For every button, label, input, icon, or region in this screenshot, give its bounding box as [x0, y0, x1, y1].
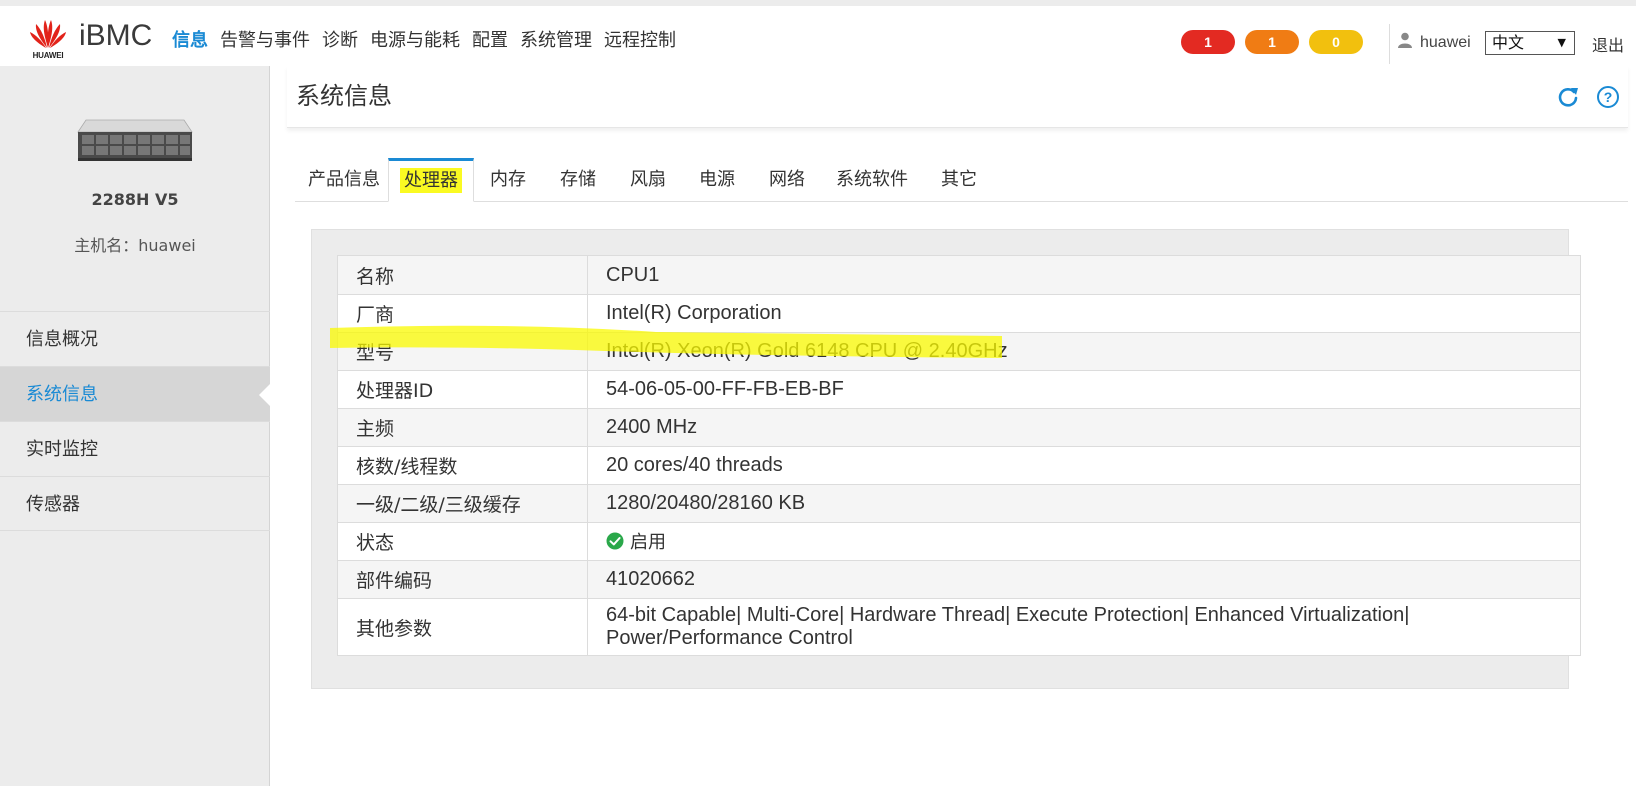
refresh-icon[interactable] [1555, 84, 1581, 110]
top-bar: HUAWEI iBMC 信息 告警与事件 诊断 电源与能耗 配置 系统管理 远程… [0, 0, 1636, 66]
tab-fans[interactable]: 风扇 [621, 158, 675, 202]
main-content: 系统信息 ? 产品信息 处理器 内存 存储 风扇 电源 网络 系统软件 其它 名… [271, 66, 1636, 786]
table-row: 状态 启用 [337, 522, 1581, 561]
nav-config[interactable]: 配置 [472, 26, 508, 52]
table-row: 核数/线程数 20 cores/40 threads [337, 446, 1581, 485]
row-value: Intel(R) Xeon(R) Gold 6148 CPU @ 2.40GHz [587, 332, 1581, 371]
svg-text:?: ? [1604, 89, 1613, 105]
row-label: 核数/线程数 [337, 446, 588, 485]
row-label: 状态 [337, 522, 588, 561]
tab-network[interactable]: 网络 [760, 158, 814, 202]
row-value: 启用 [587, 522, 1581, 561]
row-value: CPU1 [587, 255, 1581, 295]
tab-system-software[interactable]: 系统软件 [828, 158, 916, 202]
row-label: 一级/二级/三级缓存 [337, 484, 588, 523]
table-row: 名称 CPU1 [337, 255, 1581, 295]
status-text: 启用 [630, 531, 666, 553]
nav-remote-control[interactable]: 远程控制 [604, 26, 676, 52]
table-row: 处理器ID 54-06-05-00-FF-FB-EB-BF [337, 370, 1581, 409]
nav-power-energy[interactable]: 电源与能耗 [370, 26, 460, 52]
row-value: 1280/20480/28160 KB [587, 484, 1581, 523]
hostname: 主机名：huawei [74, 236, 196, 255]
row-label: 厂商 [337, 294, 588, 333]
other-params-line-1: 64-bit Capable| Multi-Core| Hardware Thr… [606, 604, 1410, 626]
table-row: 其他参数 64-bit Capable| Multi-Core| Hardwar… [337, 598, 1581, 656]
table-row: 主频 2400 MHz [337, 408, 1581, 447]
row-label: 其他参数 [337, 598, 588, 656]
processor-table: 名称 CPU1 厂商 Intel(R) Corporation 型号 Intel… [337, 255, 1581, 656]
divider [1389, 24, 1390, 64]
product-name: iBMC [79, 19, 153, 52]
sidebar: 2288H V5 主机名：huawei 信息概况 系统信息 实时监控 传感器 [0, 66, 271, 786]
user-menu[interactable]: huawei [1398, 32, 1471, 53]
username: huawei [1420, 33, 1471, 51]
language-select[interactable]: 中文 ▼ [1485, 31, 1575, 55]
major-alarm-badge[interactable]: 1 [1245, 30, 1299, 54]
row-value: 54-06-05-00-FF-FB-EB-BF [587, 370, 1581, 409]
server-model: 2288H V5 [91, 190, 179, 209]
processor-panel: 名称 CPU1 厂商 Intel(R) Corporation 型号 Intel… [311, 229, 1581, 689]
minor-alarm-badge[interactable]: 0 [1309, 30, 1363, 54]
row-label: 部件编码 [337, 560, 588, 599]
sidebar-item-overview[interactable]: 信息概况 [0, 311, 270, 366]
table-row: 部件编码 41020662 [337, 560, 1581, 599]
other-params-line-2: Power/Performance Control [606, 627, 853, 649]
row-label: 名称 [337, 255, 588, 295]
row-value: 20 cores/40 threads [587, 446, 1581, 485]
tab-storage[interactable]: 存储 [551, 158, 605, 202]
logout-link[interactable]: 退出 [1592, 32, 1624, 56]
status-enabled: 启用 [606, 528, 666, 554]
row-value: Intel(R) Corporation [587, 294, 1581, 333]
language-value: 中文 [1492, 33, 1525, 52]
main-nav: 信息 告警与事件 诊断 电源与能耗 配置 系统管理 远程控制 [172, 26, 688, 52]
nav-alarms-events[interactable]: 告警与事件 [220, 26, 310, 52]
table-row: 型号 Intel(R) Xeon(R) Gold 6148 CPU @ 2.40… [337, 332, 1581, 371]
tab-product-info[interactable]: 产品信息 [299, 158, 389, 202]
help-icon[interactable]: ? [1595, 84, 1621, 110]
huawei-logo[interactable]: HUAWEI [26, 16, 70, 62]
tab-processor[interactable]: 处理器 [388, 158, 474, 202]
sidebar-item-system-info[interactable]: 系统信息 [0, 366, 271, 421]
row-value: 64-bit Capable| Multi-Core| Hardware Thr… [587, 598, 1581, 656]
tab-bar: 产品信息 处理器 内存 存储 风扇 电源 网络 系统软件 其它 [295, 158, 1628, 202]
sidebar-item-sensors[interactable]: 传感器 [0, 476, 270, 531]
nav-system-management[interactable]: 系统管理 [520, 26, 592, 52]
tab-other[interactable]: 其它 [932, 158, 986, 202]
nav-info[interactable]: 信息 [172, 26, 208, 52]
logo-wordmark: HUAWEI [32, 51, 64, 60]
tab-memory[interactable]: 内存 [481, 158, 535, 202]
row-label: 型号 [337, 332, 588, 371]
server-image [76, 116, 194, 164]
sidebar-item-realtime-monitor[interactable]: 实时监控 [0, 421, 270, 476]
tab-processor-label: 处理器 [400, 168, 462, 193]
caret-down-icon: ▼ [1557, 36, 1566, 49]
tab-power[interactable]: 电源 [690, 158, 744, 202]
row-label: 处理器ID [337, 370, 588, 409]
side-menu: 信息概况 系统信息 实时监控 传感器 [0, 311, 271, 531]
table-row: 一级/二级/三级缓存 1280/20480/28160 KB [337, 484, 1581, 523]
page-title: 系统信息 [296, 82, 392, 110]
nav-diagnostics[interactable]: 诊断 [322, 26, 358, 52]
table-row: 厂商 Intel(R) Corporation [337, 294, 1581, 333]
row-value: 41020662 [587, 560, 1581, 599]
title-bar: 系统信息 ? [287, 66, 1628, 128]
row-label: 主频 [337, 408, 588, 447]
user-icon [1398, 32, 1412, 53]
row-value: 2400 MHz [587, 408, 1581, 447]
critical-alarm-badge[interactable]: 1 [1181, 30, 1235, 54]
check-circle-icon [606, 532, 624, 549]
